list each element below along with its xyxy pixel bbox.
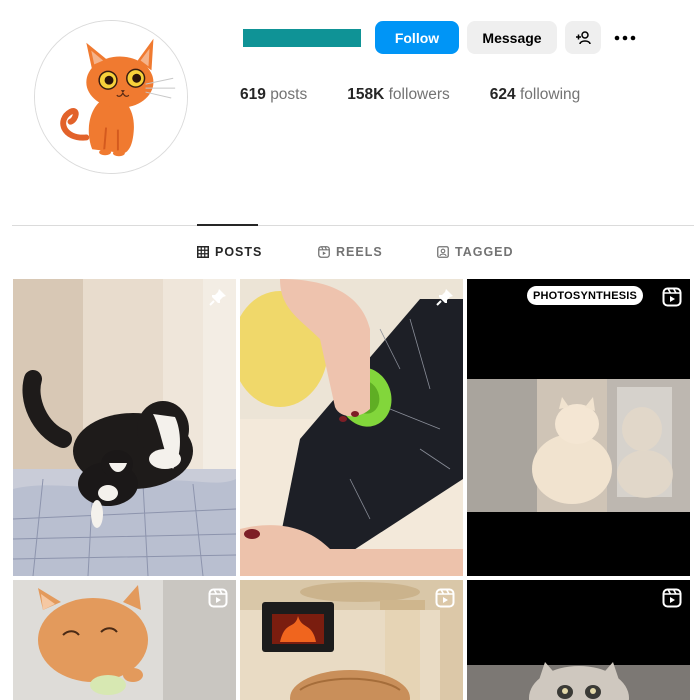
username-redacted: [243, 29, 361, 47]
tab-reels[interactable]: REELS: [318, 245, 383, 259]
active-tab-indicator: [197, 224, 258, 226]
reel-icon: [662, 287, 682, 307]
more-options-button[interactable]: [607, 21, 643, 54]
post-image: [13, 279, 236, 576]
profile-stats: 619 posts 158K followers 624 following: [240, 86, 620, 104]
stat-value: 619: [240, 86, 266, 103]
post-image: [13, 580, 236, 700]
pin-icon: [436, 289, 453, 306]
post-tile[interactable]: [13, 580, 236, 700]
more-horizontal-icon: [614, 35, 636, 40]
stat-value: 158K: [347, 86, 385, 103]
tabs-divider: [12, 225, 694, 226]
reel-icon: [208, 588, 228, 608]
person-add-icon: [576, 30, 591, 44]
follow-button[interactable]: Follow: [375, 21, 459, 54]
following-link[interactable]: 624 following: [490, 86, 581, 104]
post-tile[interactable]: [240, 580, 463, 700]
cat-avatar-illustration: [35, 21, 187, 173]
stat-value: 624: [489, 86, 516, 103]
stat-label: posts: [270, 86, 308, 103]
post-tile[interactable]: [13, 279, 236, 576]
pin-icon: [209, 289, 226, 306]
suggested-users-button[interactable]: [565, 21, 601, 54]
tab-tagged[interactable]: TAGGED: [437, 245, 514, 259]
tab-label: POSTS: [215, 245, 263, 259]
post-image: [467, 279, 690, 576]
post-image: [467, 580, 690, 700]
tab-label: TAGGED: [455, 245, 514, 259]
tab-posts[interactable]: POSTS: [197, 245, 262, 259]
reel-icon: [435, 588, 455, 608]
message-button[interactable]: Message: [467, 21, 557, 54]
post-image: [240, 279, 463, 576]
reel-icon: [662, 588, 682, 608]
tab-label: REELS: [336, 245, 383, 259]
stat-label: followers: [388, 86, 450, 103]
grid-icon: [197, 246, 209, 258]
post-tile[interactable]: PHOTOSYNTHESIS: [467, 279, 690, 576]
reels-icon: [318, 246, 330, 258]
posts-count: 619 posts: [240, 86, 307, 104]
profile-avatar[interactable]: [34, 20, 188, 174]
post-image: [240, 580, 463, 700]
followers-link[interactable]: 158K followers: [347, 86, 450, 104]
tagged-icon: [437, 246, 449, 258]
reel-caption: PHOTOSYNTHESIS: [527, 286, 644, 305]
post-tile[interactable]: [240, 279, 463, 576]
post-tile[interactable]: [467, 580, 690, 700]
stat-label: following: [519, 86, 581, 103]
